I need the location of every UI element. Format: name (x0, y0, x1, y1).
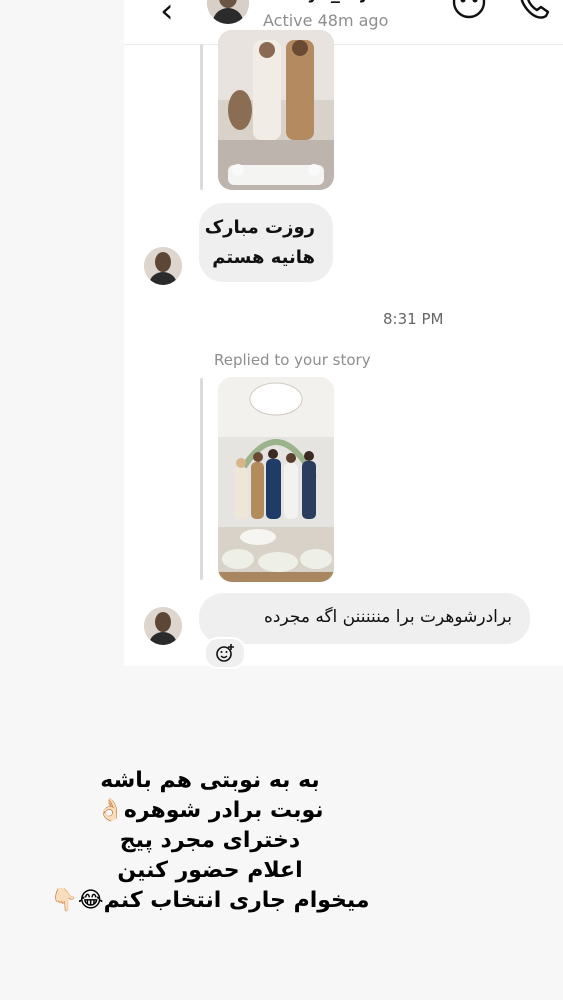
message-text-line-1: روزت مبارک (204, 217, 315, 238)
sender-avatar[interactable] (144, 607, 182, 645)
caption-line: دخترای مجرد پیج (119, 828, 301, 853)
header-active-status: Active 48m ago (263, 11, 389, 30)
message-bubble[interactable]: برادرشوهرت برا منننننن اگه مجرده (199, 593, 530, 644)
header-username[interactable]: haniye_taji01 (263, 0, 398, 4)
message-text: برادرشوهرت برا منننننن اگه مجرده (263, 607, 512, 627)
emoji-game-icon[interactable] (451, 0, 487, 24)
story-thumbnail-1[interactable] (218, 30, 334, 190)
caption-line: نوبت برادر شوهره👌🏻 (96, 798, 324, 823)
story-reply-line (200, 378, 203, 580)
replied-to-story-label: Replied to your story (214, 351, 371, 369)
caption-line: به به نوبتی هم باشه (100, 768, 320, 793)
message-text-line-2: هانیه هستم (212, 247, 315, 268)
chat-panel (124, 0, 563, 666)
story-thumbnail-2[interactable] (218, 377, 334, 582)
story-reply-line (200, 44, 203, 190)
caption-line: اعلام حضور کنین (117, 858, 303, 883)
back-chevron-icon[interactable]: ‹ (160, 0, 174, 28)
add-reaction-button[interactable] (204, 637, 246, 669)
caption-line: میخوام جاری انتخاب کنم😂👇🏻 (50, 888, 370, 913)
message-timestamp: 8:31 PM (383, 310, 444, 328)
phone-call-icon[interactable] (516, 0, 552, 24)
message-bubble[interactable]: روزت مبارک هانیه هستم (199, 203, 333, 282)
overlay-caption: به به نوبتی هم باشه نوبت برادر شوهره👌🏻 د… (40, 766, 380, 916)
emoji-plus-icon (216, 644, 234, 662)
sender-avatar[interactable] (144, 247, 182, 285)
